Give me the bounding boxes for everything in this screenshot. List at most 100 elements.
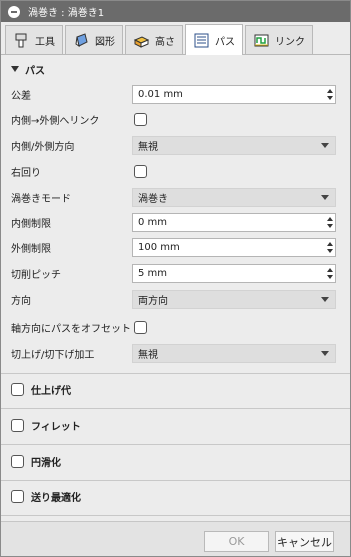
collapse-icon[interactable] bbox=[8, 5, 20, 18]
chevron-down-icon bbox=[321, 296, 329, 302]
chevron-down-icon bbox=[321, 350, 329, 356]
stepover-stepper[interactable] bbox=[325, 265, 335, 282]
inside-out-direction-row: 内側/外側方向 無視 bbox=[11, 135, 341, 155]
ramp-direction-label: 切上げ/切下げ加工 bbox=[11, 349, 95, 361]
feed-optimization-checkbox[interactable] bbox=[11, 489, 24, 503]
tab-tool[interactable]: 工具 bbox=[5, 25, 63, 54]
stepover-value: 5 mm bbox=[138, 267, 168, 279]
step-down-icon[interactable] bbox=[327, 248, 333, 253]
tool-icon bbox=[13, 32, 30, 49]
direction-label: 方向 bbox=[11, 295, 31, 307]
divider bbox=[1, 515, 350, 516]
dialog-footer: OK キャンセル bbox=[1, 521, 350, 556]
passes-icon bbox=[193, 32, 210, 49]
tab-geometry-label: 図形 bbox=[95, 36, 115, 48]
spiral-mode-value: 渦巻き bbox=[138, 193, 168, 205]
tab-heights-label: 高さ bbox=[155, 36, 175, 48]
spiral-mode-select[interactable]: 渦巻き bbox=[132, 187, 336, 207]
tolerance-label: 公差 bbox=[11, 90, 31, 102]
tab-linking-label: リンク bbox=[275, 36, 305, 48]
axial-offset-label: 軸方向にパスをオフセット bbox=[11, 323, 131, 335]
chevron-down-icon bbox=[321, 194, 329, 200]
step-down-icon[interactable] bbox=[327, 274, 333, 279]
inner-limit-value: 0 mm bbox=[138, 216, 168, 228]
passes-section-label: パス bbox=[25, 65, 45, 77]
geometry-icon bbox=[73, 32, 90, 49]
stepover-label: 切削ピッチ bbox=[11, 269, 61, 281]
inside-out-direction-value: 無視 bbox=[138, 141, 158, 153]
smoothing-label: 円滑化 bbox=[31, 457, 61, 469]
tab-passes-label: パス bbox=[215, 36, 235, 48]
group-stock-to-leave[interactable]: 仕上げ代 bbox=[11, 382, 71, 397]
tolerance-value: 0.01 mm bbox=[138, 88, 183, 100]
outer-limit-field[interactable]: 100 mm bbox=[132, 237, 336, 257]
step-down-icon[interactable] bbox=[327, 223, 333, 228]
inside-out-direction-select[interactable]: 無視 bbox=[132, 135, 336, 155]
linking-icon bbox=[253, 32, 270, 49]
stepover-field[interactable]: 5 mm bbox=[132, 263, 336, 283]
spiral-mode-row: 渦巻きモード 渦巻き bbox=[11, 187, 341, 207]
passes-panel: パス 公差 0.01 mm 内側→外側へリンク 内側/外側方向 無視 右回り 渦… bbox=[1, 56, 350, 521]
divider bbox=[1, 480, 350, 481]
outer-limit-stepper[interactable] bbox=[325, 239, 335, 256]
feed-optimization-label: 送り最適化 bbox=[31, 492, 81, 504]
dialog-title: 渦巻き : 渦巻き1 bbox=[28, 8, 105, 19]
group-feed-optimization[interactable]: 送り最適化 bbox=[11, 489, 81, 504]
stepover-row: 切削ピッチ 5 mm bbox=[11, 263, 341, 283]
ramp-direction-value: 無視 bbox=[138, 349, 158, 361]
title-bar: 渦巻き : 渦巻き1 bbox=[1, 1, 350, 22]
outer-limit-label: 外側制限 bbox=[11, 243, 51, 255]
step-down-icon[interactable] bbox=[327, 95, 333, 100]
group-smoothing[interactable]: 円滑化 bbox=[11, 454, 61, 469]
tolerance-stepper[interactable] bbox=[325, 86, 335, 103]
divider bbox=[1, 408, 350, 409]
cancel-button[interactable]: キャンセル bbox=[275, 531, 334, 552]
step-up-icon[interactable] bbox=[327, 267, 333, 272]
direction-value: 両方向 bbox=[138, 295, 168, 307]
ok-button[interactable]: OK bbox=[204, 531, 269, 552]
stock-to-leave-label: 仕上げ代 bbox=[31, 385, 71, 397]
ramp-direction-select[interactable]: 無視 bbox=[132, 343, 336, 363]
inner-limit-stepper[interactable] bbox=[325, 214, 335, 231]
chevron-down-icon bbox=[321, 142, 329, 148]
inside-out-direction-label: 内側/外側方向 bbox=[11, 141, 75, 153]
outer-limit-row: 外側制限 100 mm bbox=[11, 237, 341, 257]
clockwise-checkbox[interactable] bbox=[134, 164, 147, 178]
fillet-checkbox[interactable] bbox=[11, 418, 24, 432]
ramp-direction-row: 切上げ/切下げ加工 無視 bbox=[11, 343, 341, 363]
axial-offset-row: 軸方向にパスをオフセット bbox=[11, 317, 341, 337]
step-up-icon[interactable] bbox=[327, 88, 333, 93]
fillet-label: フィレット bbox=[31, 421, 81, 433]
tab-heights[interactable]: 高さ bbox=[125, 25, 183, 54]
heights-icon bbox=[133, 32, 150, 49]
divider bbox=[1, 444, 350, 445]
tolerance-field[interactable]: 0.01 mm bbox=[132, 84, 336, 104]
inside-out-link-checkbox[interactable] bbox=[134, 112, 147, 126]
tab-passes[interactable]: パス bbox=[185, 24, 243, 55]
passes-section-header[interactable]: パス bbox=[11, 62, 45, 77]
divider bbox=[1, 373, 350, 374]
spiral-mode-label: 渦巻きモード bbox=[11, 193, 71, 205]
tab-geometry[interactable]: 図形 bbox=[65, 25, 123, 54]
stock-to-leave-checkbox[interactable] bbox=[11, 382, 24, 396]
spiral-dialog: 渦巻き : 渦巻き1 工具 図形 高さ パス リンク パス 公差 0.01 mm… bbox=[0, 0, 351, 557]
inner-limit-label: 内側制限 bbox=[11, 218, 51, 230]
clockwise-row: 右回り bbox=[11, 161, 341, 181]
inside-out-link-row: 内側→外側へリンク bbox=[11, 109, 341, 129]
inside-out-link-label: 内側→外側へリンク bbox=[11, 115, 100, 127]
expand-triangle-icon bbox=[11, 66, 19, 72]
tab-linking[interactable]: リンク bbox=[245, 25, 313, 54]
direction-select[interactable]: 両方向 bbox=[132, 289, 336, 309]
inner-limit-field[interactable]: 0 mm bbox=[132, 212, 336, 232]
clockwise-label: 右回り bbox=[11, 167, 41, 179]
inner-limit-row: 内側制限 0 mm bbox=[11, 212, 341, 232]
step-up-icon[interactable] bbox=[327, 241, 333, 246]
group-fillet[interactable]: フィレット bbox=[11, 418, 81, 433]
tolerance-row: 公差 0.01 mm bbox=[11, 84, 341, 104]
tab-bar: 工具 図形 高さ パス リンク bbox=[1, 22, 350, 55]
outer-limit-value: 100 mm bbox=[138, 241, 180, 253]
direction-row: 方向 両方向 bbox=[11, 289, 341, 309]
smoothing-checkbox[interactable] bbox=[11, 454, 24, 468]
step-up-icon[interactable] bbox=[327, 216, 333, 221]
axial-offset-checkbox[interactable] bbox=[134, 320, 147, 334]
